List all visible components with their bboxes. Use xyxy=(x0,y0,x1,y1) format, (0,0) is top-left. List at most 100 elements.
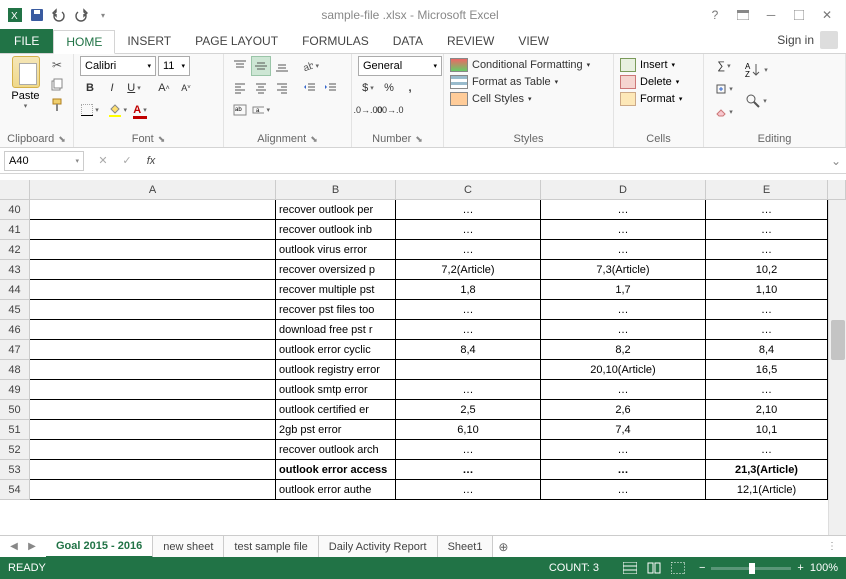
row-header[interactable]: 50 xyxy=(0,400,30,420)
vertical-scrollbar[interactable] xyxy=(828,200,846,535)
maximize-button[interactable] xyxy=(786,5,812,25)
redo-icon[interactable] xyxy=(72,6,90,24)
cell[interactable]: 7,3(Article) xyxy=(541,260,706,280)
ribbon-display-icon[interactable] xyxy=(730,5,756,25)
sheet-options-icon[interactable]: ⋮ xyxy=(824,539,840,555)
cell[interactable]: 10,1 xyxy=(706,420,828,440)
align-center-icon[interactable] xyxy=(251,78,271,98)
cell[interactable]: … xyxy=(541,480,706,500)
wrap-text-icon[interactable]: ab xyxy=(230,100,250,120)
orientation-icon[interactable]: ab xyxy=(300,56,320,76)
cell[interactable]: … xyxy=(396,440,541,460)
cell[interactable] xyxy=(30,360,276,380)
italic-button[interactable]: I xyxy=(102,78,122,98)
sort-filter-icon[interactable]: AZ xyxy=(742,56,770,84)
tab-review[interactable]: REVIEW xyxy=(435,29,506,53)
col-header[interactable]: B xyxy=(276,180,396,200)
cell[interactable]: 21,3(Article) xyxy=(706,460,828,480)
cell[interactable]: recover outlook per xyxy=(276,200,396,220)
sheet-tab[interactable]: Sheet1 xyxy=(438,536,494,558)
cell[interactable] xyxy=(30,420,276,440)
page-layout-view-icon[interactable] xyxy=(643,560,665,576)
row-header[interactable]: 47 xyxy=(0,340,30,360)
normal-view-icon[interactable] xyxy=(619,560,641,576)
align-right-icon[interactable] xyxy=(272,78,292,98)
cell[interactable]: outlook virus error xyxy=(276,240,396,260)
minimize-button[interactable]: ─ xyxy=(758,5,784,25)
number-launcher-icon[interactable]: ⬊ xyxy=(415,134,423,145)
row-header[interactable]: 48 xyxy=(0,360,30,380)
cell[interactable]: outlook error authe xyxy=(276,480,396,500)
font-color-button[interactable]: A xyxy=(130,100,150,120)
sheet-tab[interactable]: new sheet xyxy=(153,536,224,558)
qat-customize-icon[interactable]: ▾ xyxy=(94,6,112,24)
cell[interactable]: … xyxy=(541,460,706,480)
excel-icon[interactable]: X xyxy=(6,6,24,24)
cell[interactable]: 8,2 xyxy=(541,340,706,360)
row-header[interactable]: 41 xyxy=(0,220,30,240)
decrease-font-icon[interactable]: A˅ xyxy=(176,78,196,98)
cell[interactable]: … xyxy=(706,240,828,260)
cell[interactable]: … xyxy=(541,380,706,400)
cell[interactable]: … xyxy=(541,300,706,320)
cell[interactable] xyxy=(30,300,276,320)
cell[interactable]: … xyxy=(706,220,828,240)
row-header[interactable]: 51 xyxy=(0,420,30,440)
cell[interactable]: 16,5 xyxy=(706,360,828,380)
cell[interactable]: 7,2(Article) xyxy=(396,260,541,280)
fx-icon[interactable]: fx xyxy=(140,151,162,171)
expand-formula-bar-icon[interactable]: ⌄ xyxy=(826,154,846,168)
align-left-icon[interactable] xyxy=(230,78,250,98)
sheet-tab[interactable]: Daily Activity Report xyxy=(319,536,438,558)
cell[interactable]: outlook certified er xyxy=(276,400,396,420)
comma-format-icon[interactable]: , xyxy=(400,78,420,98)
cell[interactable]: outlook error cyclic xyxy=(276,340,396,360)
cell[interactable] xyxy=(30,240,276,260)
format-as-table-button[interactable]: Format as Table▾ xyxy=(450,75,558,89)
name-box[interactable]: A40▾ xyxy=(4,151,84,171)
cell[interactable]: 20,10(Article) xyxy=(541,360,706,380)
tab-page-layout[interactable]: PAGE LAYOUT xyxy=(183,29,290,53)
align-bottom-icon[interactable] xyxy=(272,56,292,76)
row-header[interactable]: 53 xyxy=(0,460,30,480)
cell[interactable] xyxy=(30,320,276,340)
increase-font-icon[interactable]: A˄ xyxy=(154,78,174,98)
clear-icon[interactable] xyxy=(710,102,738,122)
cell[interactable]: … xyxy=(396,220,541,240)
cell-styles-button[interactable]: Cell Styles▾ xyxy=(450,92,531,106)
row-header[interactable]: 52 xyxy=(0,440,30,460)
bold-button[interactable]: B xyxy=(80,78,100,98)
align-middle-icon[interactable] xyxy=(251,56,271,76)
alignment-launcher-icon[interactable]: ⬊ xyxy=(310,134,318,145)
col-header[interactable]: E xyxy=(706,180,828,200)
col-header[interactable]: C xyxy=(396,180,541,200)
select-all-corner[interactable] xyxy=(0,180,30,200)
tab-view[interactable]: VIEW xyxy=(506,29,561,53)
zoom-in-icon[interactable]: + xyxy=(797,562,803,574)
cell[interactable] xyxy=(30,200,276,220)
format-cells-button[interactable]: Format▾ xyxy=(620,92,682,106)
cell[interactable]: … xyxy=(396,480,541,500)
file-tab[interactable]: FILE xyxy=(0,29,53,53)
cell[interactable]: 7,4 xyxy=(541,420,706,440)
save-icon[interactable] xyxy=(28,6,46,24)
col-header[interactable]: D xyxy=(541,180,706,200)
sheet-tab[interactable]: test sample file xyxy=(224,536,318,558)
scroll-thumb[interactable] xyxy=(831,320,845,360)
number-format-combo[interactable]: General▾ xyxy=(358,56,442,76)
cell[interactable]: 8,4 xyxy=(706,340,828,360)
row-header[interactable]: 44 xyxy=(0,280,30,300)
delete-cells-button[interactable]: Delete▾ xyxy=(620,75,679,89)
row-header[interactable]: 54 xyxy=(0,480,30,500)
cell[interactable]: … xyxy=(396,460,541,480)
cell[interactable]: 12,1(Article) xyxy=(706,480,828,500)
copy-icon[interactable] xyxy=(47,76,67,94)
paste-button[interactable]: Paste ▾ xyxy=(6,56,45,110)
cell[interactable] xyxy=(30,260,276,280)
cell[interactable]: recover pst files too xyxy=(276,300,396,320)
cell[interactable] xyxy=(396,360,541,380)
zoom-out-icon[interactable]: − xyxy=(699,562,705,574)
fill-icon[interactable] xyxy=(710,79,738,99)
row-header[interactable]: 49 xyxy=(0,380,30,400)
cell[interactable] xyxy=(30,400,276,420)
